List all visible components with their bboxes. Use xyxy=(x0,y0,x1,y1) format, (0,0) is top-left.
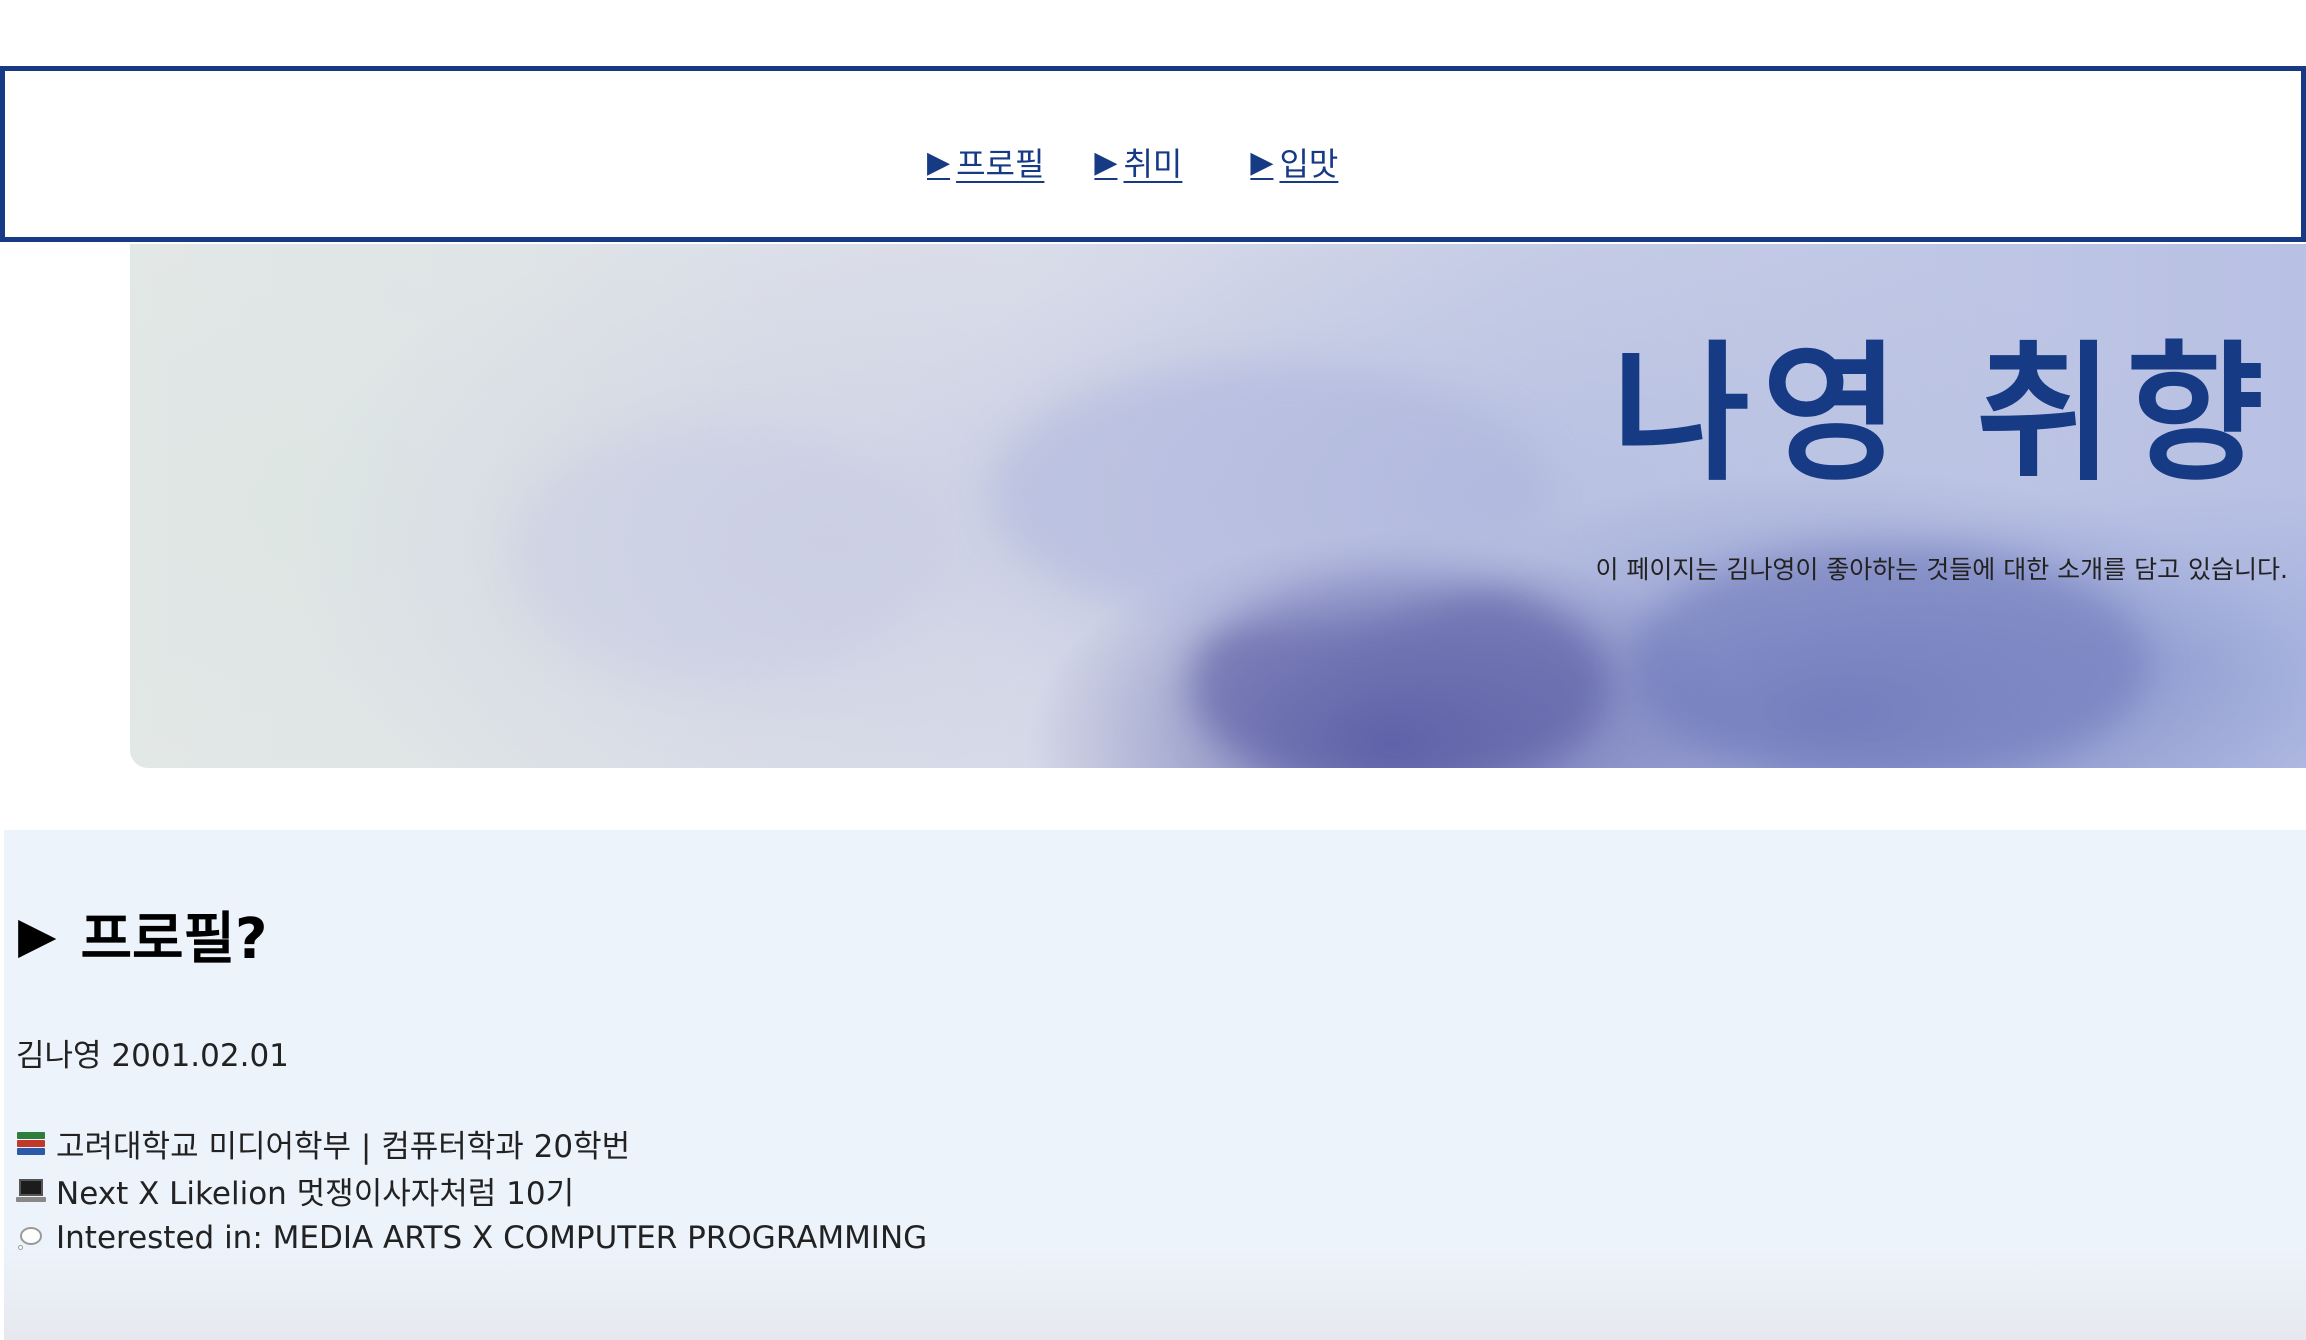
profile-name-birthdate: 김나영 2001.02.01 xyxy=(16,1038,289,1074)
list-item-text: Interested in: MEDIA ARTS X COMPUTER PRO… xyxy=(56,1219,928,1256)
hero-title: 나영 취향 xyxy=(1611,328,2276,502)
watercolor-background xyxy=(510,424,930,684)
nav-link-label: 프로필 xyxy=(956,145,1045,183)
nav-link-label: 취미 xyxy=(1123,145,1183,183)
laptop-icon xyxy=(16,1178,46,1204)
books-icon xyxy=(16,1131,46,1157)
nav-link-label: 입맛 xyxy=(1279,145,1339,183)
page: ▶ 프로필 ▶ 취미 ▶ 입맛 나영 취향 이 페이지는 김나영이 좋아하는 것… xyxy=(0,0,2306,1340)
thought-bubble-icon xyxy=(16,1225,46,1251)
top-navigation: ▶ 프로필 ▶ 취미 ▶ 입맛 xyxy=(0,66,2306,242)
list-item-text: Next X Likelion 멋쟁이사자처럼 10기 xyxy=(56,1176,575,1212)
hero-banner: 나영 취향 이 페이지는 김나영이 좋아하는 것들에 대한 소개를 담고 있습니… xyxy=(130,244,2306,768)
list-item-text: 고려대학교 미디어학부 | 컴퓨터학과 20학번 xyxy=(56,1129,631,1165)
profile-heading: ▶ 프로필? xyxy=(18,894,268,975)
nav-links: ▶ 프로필 ▶ 취미 ▶ 입맛 xyxy=(927,137,1338,187)
play-arrow-icon: ▶ xyxy=(1250,144,1274,180)
nav-link-taste[interactable]: ▶ 입맛 xyxy=(1250,139,1338,185)
play-arrow-icon: ▶ xyxy=(1094,144,1118,180)
watercolor-background xyxy=(990,364,1550,624)
list-item: Interested in: MEDIA ARTS X COMPUTER PRO… xyxy=(16,1214,927,1261)
play-arrow-icon: ▶ xyxy=(927,144,951,180)
play-arrow-icon: ▶ xyxy=(18,905,57,964)
list-item: Next X Likelion 멋쟁이사자처럼 10기 xyxy=(16,1167,927,1214)
hero-subtitle: 이 페이지는 김나영이 좋아하는 것들에 대한 소개를 담고 있습니다. xyxy=(1595,555,2288,584)
profile-section: ▶ 프로필? 김나영 2001.02.01 고려대학교 미디어학부 | 컴퓨터학… xyxy=(4,830,2306,1340)
profile-list: 고려대학교 미디어학부 | 컴퓨터학과 20학번 Next X Likelion… xyxy=(16,1120,927,1261)
list-item: 고려대학교 미디어학부 | 컴퓨터학과 20학번 xyxy=(16,1120,927,1167)
nav-link-hobby[interactable]: ▶ 취미 xyxy=(1094,139,1182,185)
nav-link-profile[interactable]: ▶ 프로필 xyxy=(927,139,1044,185)
profile-heading-text: 프로필? xyxy=(80,907,268,972)
